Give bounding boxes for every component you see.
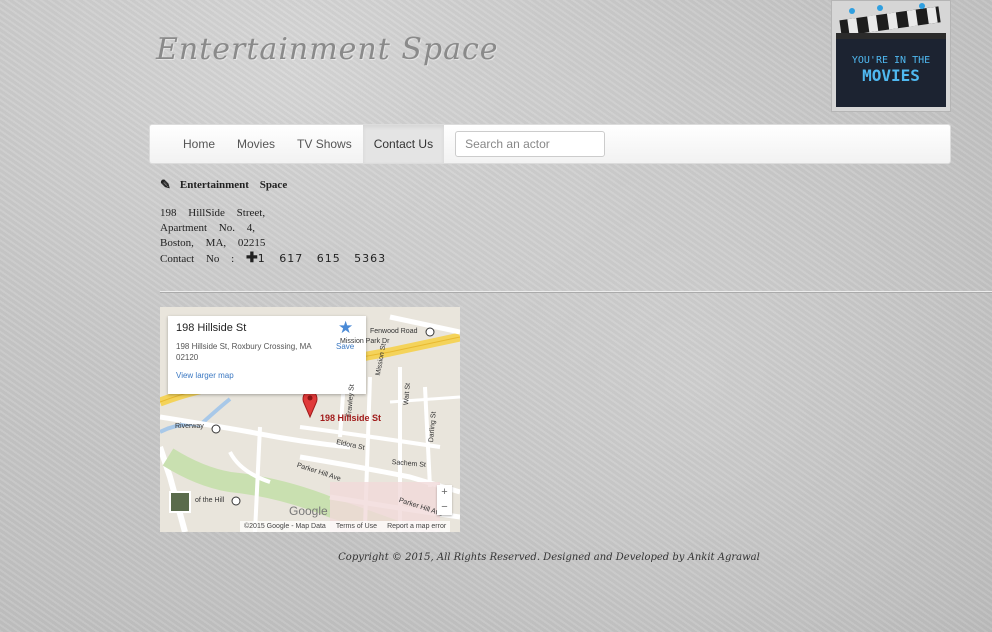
zoom-in-button[interactable]: + <box>437 485 452 500</box>
map-label-riverway: Riverway <box>175 423 204 430</box>
plus-icon: ✚ <box>245 251 258 266</box>
map-attribution: ©2015 Google - Map Data <box>244 523 326 530</box>
nav-home[interactable]: Home <box>172 125 226 163</box>
map-info-card: 198 Hillside St 198 Hillside St, Roxbury… <box>168 316 366 394</box>
satellite-toggle[interactable] <box>169 491 191 513</box>
address-line-2: Apartment No. 4, <box>160 222 255 234</box>
nav-tv-shows[interactable]: TV Shows <box>286 125 363 163</box>
contact-section: ✎ Entertainment Space 198 HillSide Stree… <box>160 177 386 267</box>
main-navbar: Home Movies TV Shows Contact Us <box>149 124 951 164</box>
pencil-icon: ✎ <box>160 177 171 192</box>
site-title: Entertainment Space <box>156 32 499 67</box>
contact-number-label: Contact No : <box>160 253 235 265</box>
map-label-of-the-hill: of the Hill <box>195 497 225 504</box>
map-pin-label: 198 Hillside St <box>320 413 382 423</box>
zoom-out-button[interactable]: − <box>437 500 452 515</box>
contact-heading: ✎ Entertainment Space <box>160 177 386 193</box>
contact-phone: 1 617 615 5363 <box>257 252 387 265</box>
map-attribution-bar: ©2015 Google - Map Data Terms of Use Rep… <box>240 521 451 532</box>
address-block: 198 HillSide Street, Apartment No. 4, Bo… <box>160 206 386 267</box>
movies-logo[interactable]: YOU'RE IN THE MOVIES <box>831 0 951 112</box>
map-label-fenwood: Fenwood Road <box>370 328 418 335</box>
google-map[interactable]: 198 Hillside St 198 Hillside St, Roxbury… <box>160 307 460 532</box>
star-icon[interactable]: ★ <box>338 318 353 338</box>
map-place-address: 198 Hillside St, Roxbury Crossing, MA 02… <box>176 342 312 362</box>
map-zoom-control: + − <box>437 485 452 515</box>
footer-copyright: Copyright © 2015, All Rights Reserved. D… <box>338 552 760 563</box>
actor-search-input[interactable] <box>455 131 606 157</box>
map-report-link[interactable]: Report a map error <box>387 523 446 530</box>
nav-contact-us[interactable]: Contact Us <box>362 125 445 163</box>
contact-number-row: Contact No : ✚1 617 615 5363 <box>160 251 386 267</box>
address-line-3: Boston, MA, 02215 <box>160 237 266 249</box>
svg-text:YOU'RE IN THE: YOU'RE IN THE <box>852 55 930 66</box>
contact-heading-text: Entertainment Space <box>179 179 288 191</box>
map-place-title: 198 Hillside St <box>176 322 247 334</box>
google-logo: Google <box>289 504 328 518</box>
clapperboard-icon: YOU'RE IN THE MOVIES <box>832 1 950 111</box>
view-larger-map-link[interactable]: View larger map <box>176 371 234 380</box>
svg-text:MOVIES: MOVIES <box>862 66 920 85</box>
map-terms-link[interactable]: Terms of Use <box>336 523 377 530</box>
section-divider <box>160 291 992 292</box>
nav-movies[interactable]: Movies <box>226 125 286 163</box>
address-line-1: 198 HillSide Street, <box>160 207 266 219</box>
